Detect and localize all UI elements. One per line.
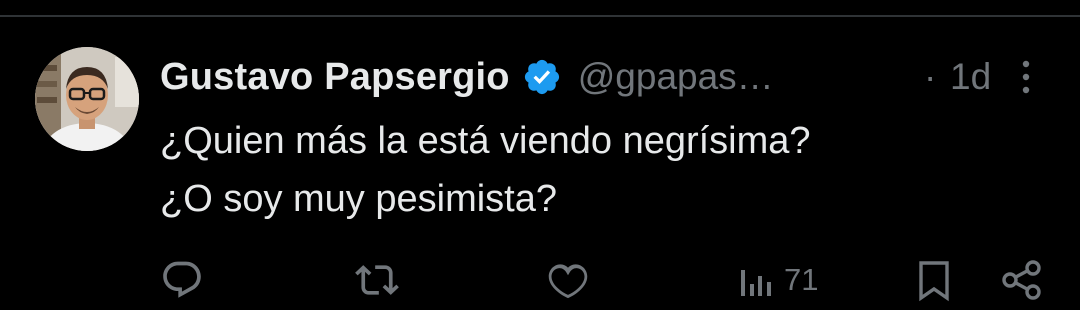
- bookmark-icon: [914, 258, 954, 302]
- verified-badge-icon: [522, 57, 562, 97]
- share-nodes-icon: [1000, 258, 1044, 302]
- top-divider: [0, 15, 1080, 17]
- share-button[interactable]: [1000, 258, 1044, 302]
- tweet-text-line-2: ¿O soy muy pesimista?: [160, 178, 557, 220]
- tweet-header: Gustavo Papsergio @gpapas…: [160, 52, 774, 102]
- avatar[interactable]: [35, 47, 139, 151]
- repost-arrows-icon: [355, 258, 399, 302]
- tweet-timestamp[interactable]: 1d: [950, 52, 991, 102]
- heart-icon: [546, 258, 590, 302]
- tweet-text-line-1: ¿Quien más la está viendo negrísima?: [160, 120, 811, 162]
- time-separator: ·: [924, 56, 937, 97]
- retweet-button[interactable]: [355, 258, 399, 302]
- like-button[interactable]: [546, 258, 590, 302]
- bookmark-button[interactable]: [914, 258, 954, 302]
- views-button[interactable]: 71: [738, 258, 818, 302]
- views-count: 71: [784, 262, 819, 297]
- more-options-icon[interactable]: [1014, 56, 1038, 98]
- reply-button[interactable]: [160, 258, 204, 302]
- speech-bubble-icon: [160, 258, 204, 302]
- avatar-photo: [35, 47, 139, 151]
- tweet-text: ¿Quien más la está viendo negrísima? ¿O …: [160, 112, 1040, 228]
- author-handle[interactable]: @gpapas…: [578, 56, 774, 98]
- author-name[interactable]: Gustavo Papsergio: [160, 56, 510, 99]
- bar-chart-icon: [738, 258, 774, 302]
